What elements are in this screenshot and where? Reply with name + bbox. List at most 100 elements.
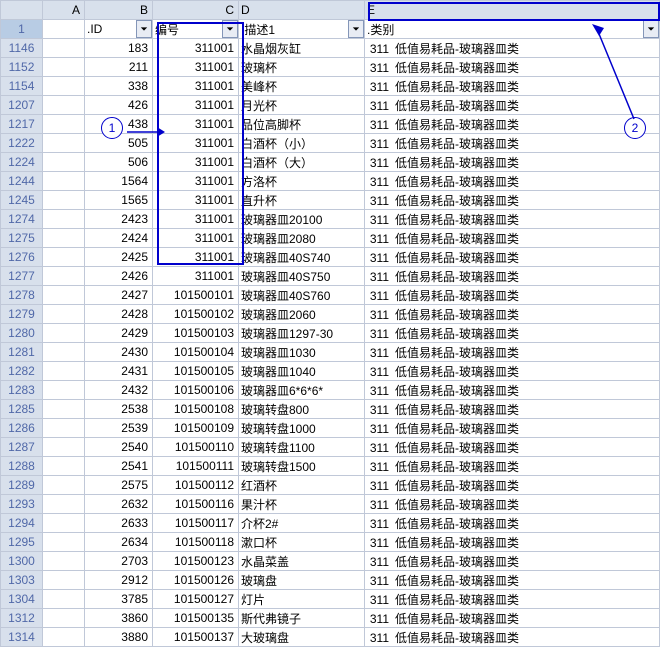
cell-E[interactable]: 311低值易耗品-玻璃器皿类	[365, 362, 660, 381]
cell-D[interactable]: 玻璃转盘1000	[239, 419, 365, 438]
cell-D[interactable]: 玻璃器皿40S740	[239, 248, 365, 267]
cell-E[interactable]: 311低值易耗品-玻璃器皿类	[365, 191, 660, 210]
cell-A[interactable]	[43, 115, 85, 134]
cell-C[interactable]: 311001	[153, 39, 239, 58]
cell-D[interactable]: 玻璃转盘1100	[239, 438, 365, 457]
row-header[interactable]: 1312	[1, 609, 43, 628]
cell-E[interactable]: 311低值易耗品-玻璃器皿类	[365, 533, 660, 552]
cell-E[interactable]: 311低值易耗品-玻璃器皿类	[365, 134, 660, 153]
cell-A[interactable]	[43, 495, 85, 514]
cell-B[interactable]: 2426	[85, 267, 153, 286]
row-header[interactable]: 1277	[1, 267, 43, 286]
cell-B[interactable]: 2429	[85, 324, 153, 343]
row-header[interactable]: 1283	[1, 381, 43, 400]
cell-D[interactable]: 玻璃转盘800	[239, 400, 365, 419]
cell-B[interactable]: 211	[85, 58, 153, 77]
cell-B[interactable]: 2423	[85, 210, 153, 229]
cell-B[interactable]: 2539	[85, 419, 153, 438]
row-header[interactable]: 1245	[1, 191, 43, 210]
cell-A[interactable]	[43, 191, 85, 210]
cell-B[interactable]: 2432	[85, 381, 153, 400]
cell-A[interactable]	[43, 457, 85, 476]
cell-A[interactable]	[43, 286, 85, 305]
cell-D[interactable]: 直升杯	[239, 191, 365, 210]
cell-D1[interactable]: .描述1	[239, 20, 365, 39]
cell-E[interactable]: 311低值易耗品-玻璃器皿类	[365, 419, 660, 438]
cell-A[interactable]	[43, 419, 85, 438]
cell-C[interactable]: 101500110	[153, 438, 239, 457]
row-header[interactable]: 1154	[1, 77, 43, 96]
row-header[interactable]: 1286	[1, 419, 43, 438]
cell-B[interactable]: 2540	[85, 438, 153, 457]
cell-A[interactable]	[43, 96, 85, 115]
filter-dropdown-E[interactable]	[643, 20, 659, 38]
cell-C[interactable]: 101500135	[153, 609, 239, 628]
cell-E[interactable]: 311低值易耗品-玻璃器皿类	[365, 229, 660, 248]
cell-C[interactable]: 101500101	[153, 286, 239, 305]
row-header[interactable]: 1280	[1, 324, 43, 343]
cell-B[interactable]: 1564	[85, 172, 153, 191]
cell-C[interactable]: 101500123	[153, 552, 239, 571]
cell-D[interactable]: 漱口杯	[239, 533, 365, 552]
cell-C[interactable]: 311001	[153, 210, 239, 229]
col-header-C[interactable]: C	[153, 1, 239, 20]
row-header[interactable]: 1275	[1, 229, 43, 248]
cell-B[interactable]: 2424	[85, 229, 153, 248]
cell-E[interactable]: 311低值易耗品-玻璃器皿类	[365, 381, 660, 400]
cell-C[interactable]: 311001	[153, 58, 239, 77]
cell-C[interactable]: 101500109	[153, 419, 239, 438]
cell-B[interactable]: 2538	[85, 400, 153, 419]
cell-D[interactable]: 美峰杯	[239, 77, 365, 96]
cell-E[interactable]: 311低值易耗品-玻璃器皿类	[365, 248, 660, 267]
row-header[interactable]: 1288	[1, 457, 43, 476]
cell-E[interactable]: 311低值易耗品-玻璃器皿类	[365, 514, 660, 533]
cell-D[interactable]: 红酒杯	[239, 476, 365, 495]
row-header[interactable]: 1207	[1, 96, 43, 115]
cell-E[interactable]: 311低值易耗品-玻璃器皿类	[365, 305, 660, 324]
row-header[interactable]: 1314	[1, 628, 43, 647]
cell-C[interactable]: 101500105	[153, 362, 239, 381]
cell-D[interactable]: 玻璃盘	[239, 571, 365, 590]
cell-D[interactable]: 大玻璃盘	[239, 628, 365, 647]
row-header[interactable]: 1274	[1, 210, 43, 229]
cell-A[interactable]	[43, 210, 85, 229]
cell-B[interactable]: 2425	[85, 248, 153, 267]
cell-E[interactable]: 311低值易耗品-玻璃器皿类	[365, 286, 660, 305]
cell-B[interactable]: 2632	[85, 495, 153, 514]
cell-A[interactable]	[43, 571, 85, 590]
cell-D[interactable]: 水晶烟灰缸	[239, 39, 365, 58]
cell-D[interactable]: 玻璃器皿1040	[239, 362, 365, 381]
cell-C[interactable]: 311001	[153, 248, 239, 267]
cell-E[interactable]: 311低值易耗品-玻璃器皿类	[365, 552, 660, 571]
cell-A[interactable]	[43, 305, 85, 324]
row-header[interactable]: 1285	[1, 400, 43, 419]
cell-D[interactable]: 白酒杯（小）	[239, 134, 365, 153]
cell-D[interactable]: 玻璃器皿1297-30	[239, 324, 365, 343]
row-header[interactable]: 1295	[1, 533, 43, 552]
cell-D[interactable]: 介杯2#	[239, 514, 365, 533]
cell-E[interactable]: 311低值易耗品-玻璃器皿类	[365, 628, 660, 647]
cell-B[interactable]: 2575	[85, 476, 153, 495]
cell-C[interactable]: 311001	[153, 96, 239, 115]
cell-C[interactable]: 101500102	[153, 305, 239, 324]
cell-C[interactable]: 311001	[153, 229, 239, 248]
cell-E[interactable]: 311低值易耗品-玻璃器皿类	[365, 267, 660, 286]
cell-A[interactable]	[43, 229, 85, 248]
row-header[interactable]: 1276	[1, 248, 43, 267]
row-header[interactable]: 1278	[1, 286, 43, 305]
row-header[interactable]: 1300	[1, 552, 43, 571]
cell-E[interactable]: 311低值易耗品-玻璃器皿类	[365, 172, 660, 191]
cell-B[interactable]: 3880	[85, 628, 153, 647]
cell-E[interactable]: 311低值易耗品-玻璃器皿类	[365, 590, 660, 609]
cell-D[interactable]: 灯片	[239, 590, 365, 609]
cell-C1[interactable]: 编号	[153, 20, 239, 39]
cell-D[interactable]: 白酒杯（大）	[239, 153, 365, 172]
cell-D[interactable]: 玻璃器皿2060	[239, 305, 365, 324]
cell-C[interactable]: 101500112	[153, 476, 239, 495]
cell-E[interactable]: 311低值易耗品-玻璃器皿类	[365, 153, 660, 172]
cell-D[interactable]: 玻璃器皿6*6*6*	[239, 381, 365, 400]
cell-C[interactable]: 101500108	[153, 400, 239, 419]
cell-C[interactable]: 101500104	[153, 343, 239, 362]
cell-B[interactable]: 338	[85, 77, 153, 96]
filter-dropdown-B[interactable]	[136, 20, 152, 38]
